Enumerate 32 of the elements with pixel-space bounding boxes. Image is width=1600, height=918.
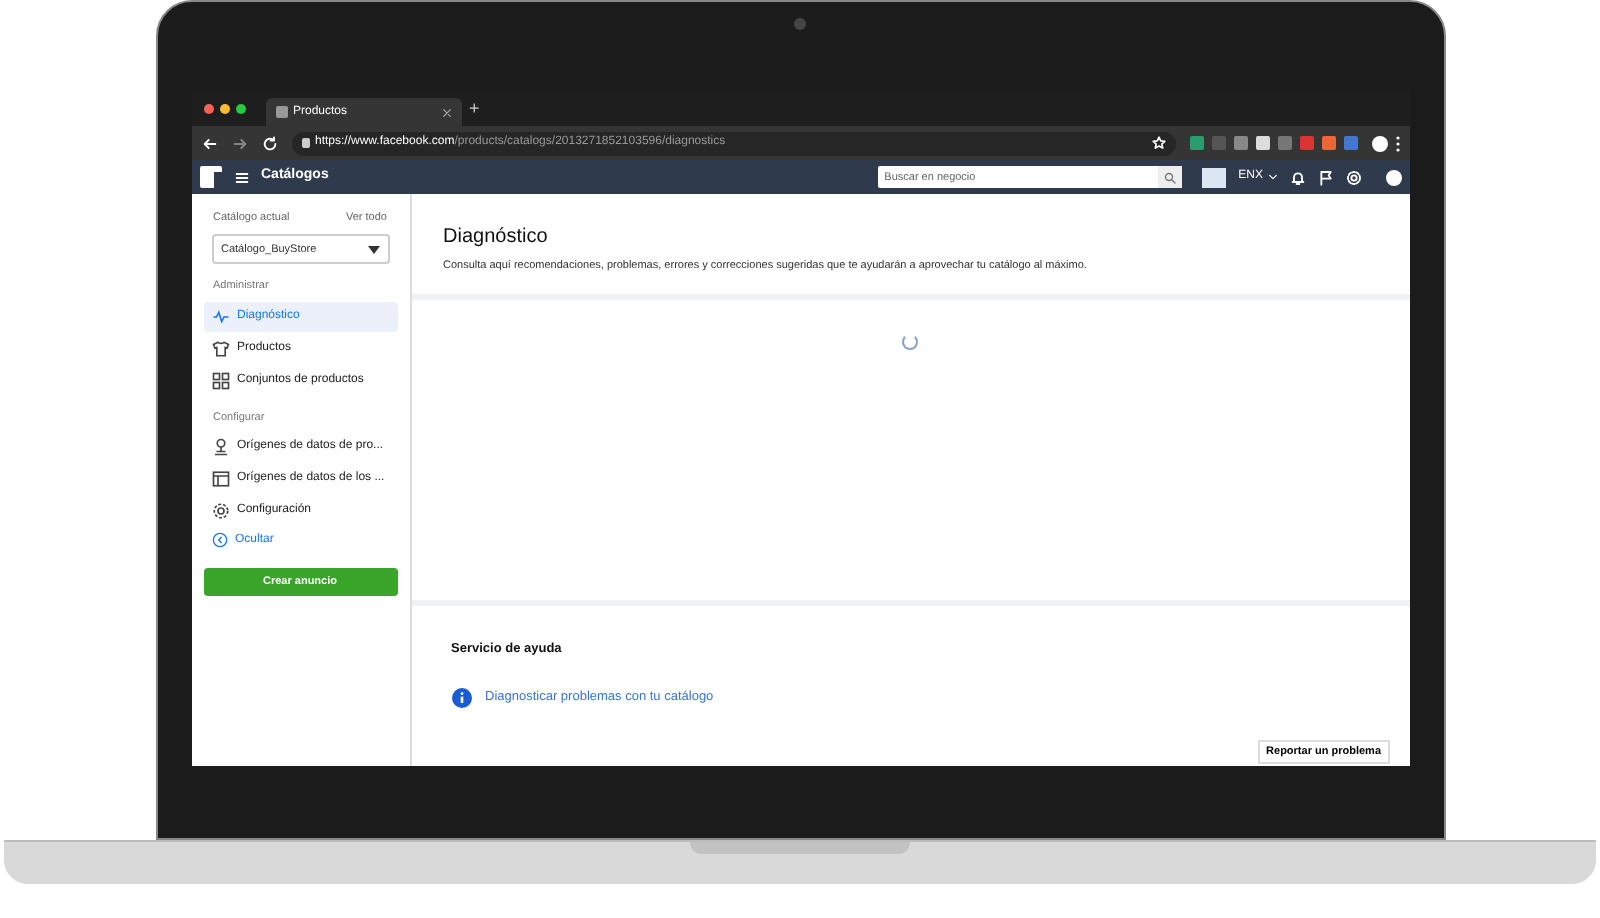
pulse-icon bbox=[211, 307, 229, 325]
reload-icon[interactable] bbox=[261, 135, 277, 151]
settings-icon bbox=[211, 501, 229, 520]
grid-icon bbox=[211, 371, 229, 389]
search-button[interactable] bbox=[1158, 166, 1183, 188]
minimize-window-icon[interactable] bbox=[219, 103, 229, 113]
forward-icon[interactable] bbox=[231, 135, 247, 151]
star-icon[interactable] bbox=[1151, 136, 1165, 150]
search-icon bbox=[1164, 171, 1177, 183]
profile-icon[interactable] bbox=[1371, 135, 1387, 151]
facebook-logo-icon[interactable] bbox=[199, 166, 221, 188]
maximize-window-icon[interactable] bbox=[235, 103, 245, 113]
close-tab-icon[interactable] bbox=[441, 107, 451, 117]
flag-icon[interactable] bbox=[1317, 169, 1333, 185]
pin-icon bbox=[211, 437, 229, 456]
shirt-icon bbox=[211, 339, 229, 357]
account-picture bbox=[1202, 167, 1227, 187]
table-icon bbox=[211, 469, 229, 488]
back-icon[interactable] bbox=[201, 135, 217, 151]
collapse-icon bbox=[211, 532, 227, 549]
caret-icon[interactable] bbox=[1267, 172, 1277, 182]
lock-icon bbox=[301, 138, 309, 148]
settings-icon[interactable] bbox=[1345, 169, 1361, 185]
close-window-icon[interactable] bbox=[203, 103, 213, 113]
bell-icon[interactable] bbox=[1289, 169, 1305, 185]
page-icon bbox=[275, 106, 287, 118]
camera-icon bbox=[794, 18, 806, 30]
page-title: Diagnóstico bbox=[443, 224, 550, 252]
new-tab-button[interactable]: + bbox=[469, 99, 480, 117]
caret-icon bbox=[367, 245, 379, 254]
menu-icon[interactable] bbox=[233, 169, 249, 185]
info-icon bbox=[451, 688, 471, 708]
